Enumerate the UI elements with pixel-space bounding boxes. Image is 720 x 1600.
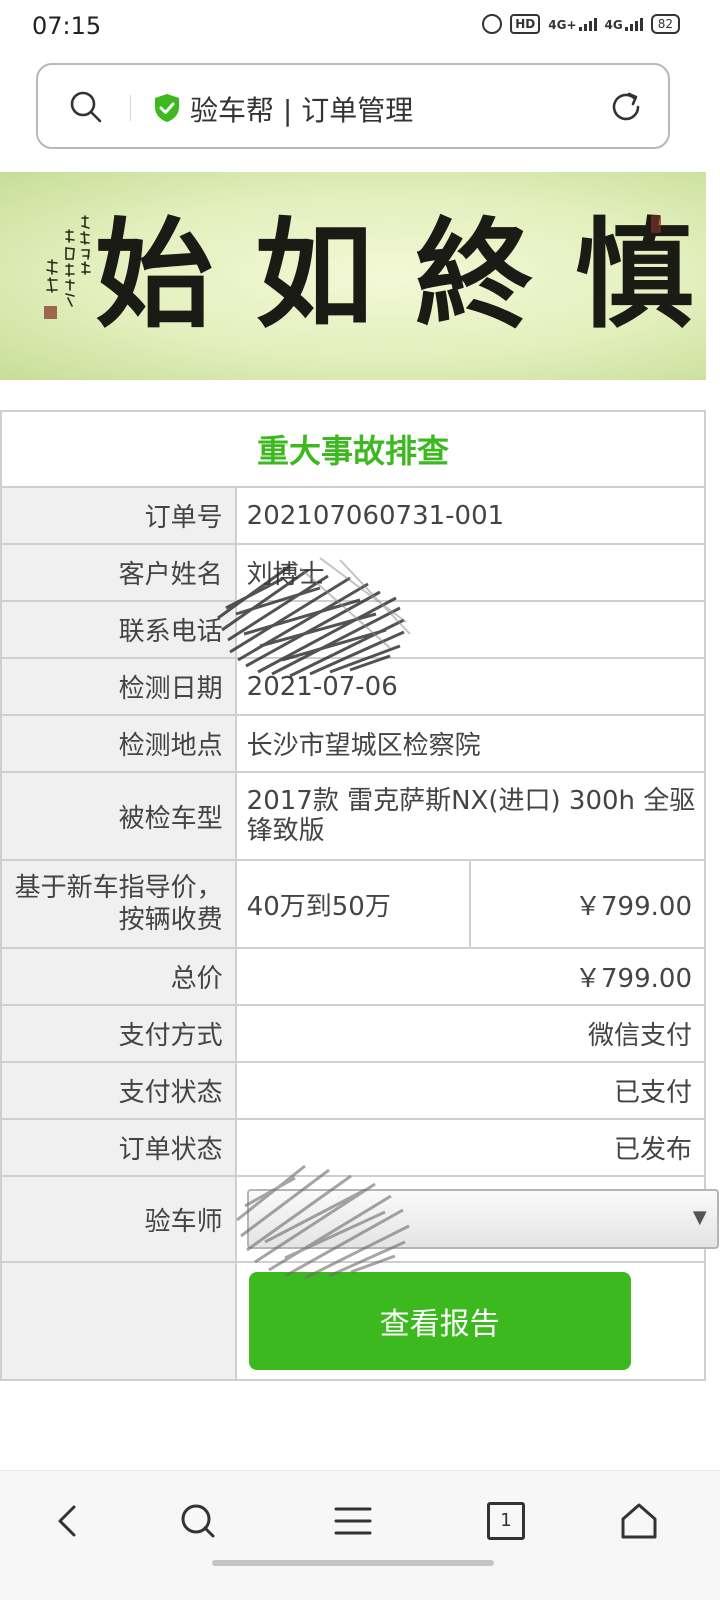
payment-status-value: 已支付 xyxy=(234,1061,707,1120)
inspection-location-label: 检测地点 xyxy=(0,714,237,773)
status-time: 07:15 xyxy=(32,12,102,40)
inspection-date-value: 2021-07-06 xyxy=(234,657,707,716)
payment-method-label: 支付方式 xyxy=(0,1004,237,1063)
empty-label-cell xyxy=(0,1261,237,1381)
table-row: 支付方式 微信支付 xyxy=(0,1004,707,1063)
order-no-label: 订单号 xyxy=(0,486,237,545)
vehicle-model-label: 被检车型 xyxy=(0,771,237,861)
payment-method-value: 微信支付 xyxy=(234,1004,707,1063)
contact-phone-value xyxy=(234,600,707,659)
order-table: 重大事故排查 订单号 202107060731-001 客户姓名 刘博士 联系电… xyxy=(0,410,719,1381)
calligraphy-char: 慎 xyxy=(575,205,693,344)
hd-icon: HD xyxy=(510,14,541,34)
order-status-value: 已发布 xyxy=(234,1118,707,1177)
view-report-button[interactable]: 查看报告 xyxy=(248,1272,631,1370)
table-row: 订单号 202107060731-001 xyxy=(0,486,707,545)
signal-4g-plus-icon: 4G+ xyxy=(548,17,597,31)
table-row: 检测日期 2021-07-06 xyxy=(0,657,707,716)
table-row: 订单状态 已发布 xyxy=(0,1118,707,1177)
calligraphy-banner: 始 如 終 慎 xyxy=(0,172,706,380)
dropdown-arrow-icon: ▼ xyxy=(692,1207,707,1228)
inspector-select[interactable]: ▼ xyxy=(246,1189,719,1249)
customer-name-label: 客户姓名 xyxy=(0,543,237,602)
status-bar: 07:15 HD 4G+ 4G 82 xyxy=(0,0,720,56)
shield-check-icon xyxy=(155,94,179,122)
order-status-label: 订单状态 xyxy=(0,1118,237,1177)
back-icon[interactable] xyxy=(46,1499,90,1543)
inspector-label: 验车师 xyxy=(0,1175,237,1263)
alarm-icon xyxy=(482,14,503,34)
table-row: 查看报告 xyxy=(0,1261,707,1381)
fee-range: 40万到50万 xyxy=(234,859,472,949)
search-icon[interactable] xyxy=(176,1499,220,1543)
home-icon[interactable] xyxy=(617,1499,661,1543)
vehicle-model-value: 2017款 雷克萨斯NX(进口) 300h 全驱 锋致版 xyxy=(234,771,707,861)
calligraphy-char: 始 xyxy=(95,205,213,344)
table-row: 联系电话 xyxy=(0,600,707,659)
calligraphy-text: 始 如 終 慎 xyxy=(95,200,693,350)
inspection-location-value: 长沙市望城区检察院 xyxy=(234,714,707,773)
address-bar[interactable]: 验车帮 | 订单管理 xyxy=(36,63,670,149)
table-row: 客户姓名 刘博士 xyxy=(0,543,707,602)
contact-phone-label: 联系电话 xyxy=(0,600,237,659)
search-icon[interactable] xyxy=(68,89,104,125)
order-no-value: 202107060731-001 xyxy=(234,486,707,545)
tabs-icon[interactable]: 1 xyxy=(487,1502,525,1540)
table-row: 基于新车指导价，按辆收费 40万到50万 ￥799.00 xyxy=(0,859,706,949)
fee-price: ￥799.00 xyxy=(469,859,706,949)
order-title: 重大事故排查 xyxy=(0,410,706,488)
fee-label: 基于新车指导价，按辆收费 xyxy=(0,859,237,949)
address-divider xyxy=(130,95,131,121)
menu-icon[interactable] xyxy=(331,1499,375,1543)
table-row: 验车师 ▼ xyxy=(0,1175,719,1263)
signal-4g-icon: 4G xyxy=(605,17,643,31)
payment-status-label: 支付状态 xyxy=(0,1061,237,1120)
red-seal xyxy=(651,215,661,233)
total-value: ￥799.00 xyxy=(234,947,707,1006)
inspection-date-label: 检测日期 xyxy=(0,657,237,716)
customer-name-value: 刘博士 xyxy=(234,543,707,602)
table-row: 支付状态 已支付 xyxy=(0,1061,707,1120)
bottom-nav-bar: 1 xyxy=(0,1470,720,1600)
calligraphy-char: 終 xyxy=(415,205,533,344)
table-row: 检测地点 长沙市望城区检察院 xyxy=(0,714,707,773)
refresh-icon[interactable] xyxy=(608,89,644,125)
table-row: 总价 ￥799.00 xyxy=(0,947,707,1006)
home-indicator[interactable] xyxy=(212,1560,494,1566)
calligraphy-char: 如 xyxy=(255,205,373,344)
table-row: 被检车型 2017款 雷克萨斯NX(进口) 300h 全驱 锋致版 xyxy=(0,771,707,861)
page-title[interactable]: 验车帮 | 订单管理 xyxy=(190,89,413,129)
battery-icon: 82 xyxy=(650,14,680,34)
status-icons: HD 4G+ 4G 82 xyxy=(482,14,680,34)
calligraphy-inscription xyxy=(44,215,91,319)
total-label: 总价 xyxy=(0,947,237,1006)
